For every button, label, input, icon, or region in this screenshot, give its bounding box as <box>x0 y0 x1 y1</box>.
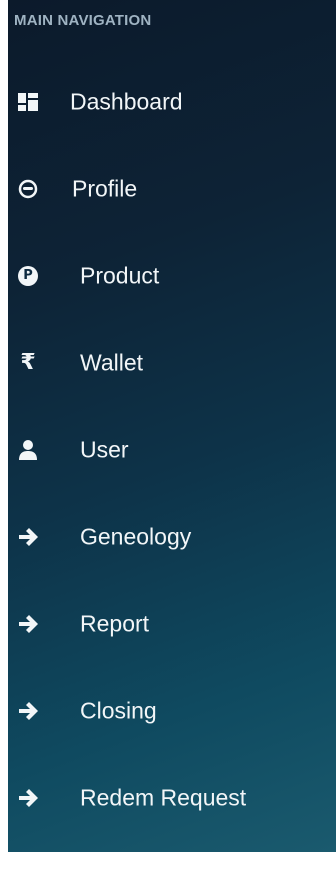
sidebar-item-label: Report <box>80 610 150 636</box>
sidebar-item-label: Redem Request <box>80 784 247 810</box>
sidebar-item-closing[interactable]: Closing <box>8 667 336 754</box>
rupee-icon: ₹ <box>18 349 38 375</box>
sidebar-menu: Dashboard Profile P Product ₹ Wallet Use… <box>8 58 336 841</box>
sidebar-item-label: Wallet <box>80 349 144 375</box>
dashboard-icon <box>18 92 38 112</box>
sidebar-item-dashboard[interactable]: Dashboard <box>8 58 336 145</box>
product-icon: P <box>18 265 38 286</box>
sidebar: MAIN NAVIGATION Dashboard Profile P Prod… <box>8 0 336 852</box>
sidebar-item-geneology[interactable]: Geneology <box>8 493 336 580</box>
sidebar-item-wallet[interactable]: ₹ Wallet <box>8 319 336 406</box>
arrow-right-icon <box>18 701 38 721</box>
product-icon-glyph: P <box>18 265 38 286</box>
main-navigation-header: MAIN NAVIGATION <box>14 12 152 29</box>
sidebar-item-label: User <box>80 436 129 462</box>
sidebar-item-product[interactable]: P Product <box>8 232 336 319</box>
sidebar-item-label: Profile <box>72 175 138 201</box>
user-icon <box>18 439 38 460</box>
sidebar-item-label: Dashboard <box>70 88 183 114</box>
sidebar-item-redem-request[interactable]: Redem Request <box>8 754 336 841</box>
sidebar-item-label: Geneology <box>80 523 192 549</box>
rupee-icon-glyph: ₹ <box>20 349 36 375</box>
arrow-right-icon <box>18 788 38 808</box>
arrow-right-icon <box>18 527 38 547</box>
arrow-right-icon <box>18 614 38 634</box>
profile-icon <box>18 179 38 199</box>
sidebar-item-report[interactable]: Report <box>8 580 336 667</box>
sidebar-item-label: Closing <box>80 697 157 723</box>
sidebar-item-user[interactable]: User <box>8 406 336 493</box>
sidebar-item-label: Product <box>80 262 160 288</box>
sidebar-item-profile[interactable]: Profile <box>8 145 336 232</box>
